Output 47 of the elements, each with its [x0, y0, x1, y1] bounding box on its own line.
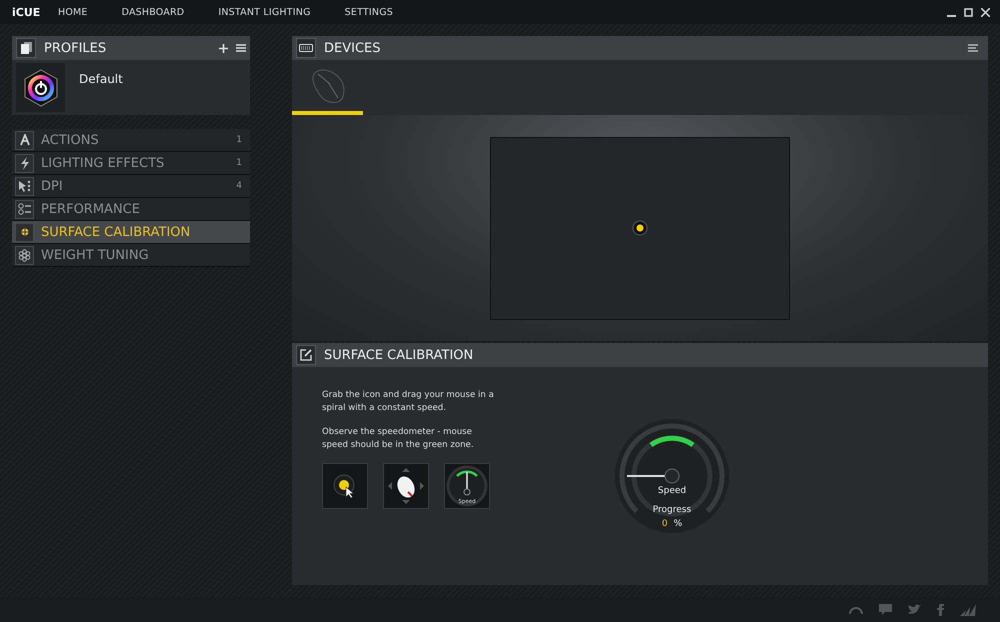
edit-icon: [300, 349, 312, 361]
item-label: DPI: [41, 178, 64, 194]
panel-title: SURFACE CALIBRATION: [324, 348, 474, 362]
close-icon[interactable]: [981, 8, 990, 16]
sidebar-item[interactable]: WEIGHT TUNING: [12, 244, 250, 267]
settings-list-icon: [18, 203, 32, 215]
item-count: 4: [236, 181, 242, 191]
list-icon[interactable]: [968, 44, 978, 52]
lightning-icon: [20, 156, 30, 170]
nav-link[interactable]: HOME: [58, 6, 88, 18]
panel-title: PROFILES: [44, 40, 108, 56]
flower-icon: [18, 248, 31, 262]
sidebar-item[interactable]: LIGHTING EFFECTS 1: [12, 152, 250, 175]
instruction-text: Observe the speedometer - mouse speed should be in the green zone.: [322, 426, 475, 452]
menu-icon[interactable]: [236, 44, 246, 52]
item-label: ACTIONS: [41, 132, 100, 148]
percent-sign: %: [674, 519, 682, 529]
keyboard-icon: [299, 44, 313, 52]
panel-title: DEVICES: [324, 40, 382, 56]
instruction-text: Grab the icon and drag your mouse in a spiral with a constant speed.: [322, 389, 495, 415]
plus-icon[interactable]: [219, 44, 228, 52]
progress-value: 0: [662, 519, 668, 529]
profile-name: Default: [79, 72, 123, 88]
item-label: WEIGHT TUNING: [41, 248, 150, 262]
power-hexagon-icon: [22, 68, 58, 106]
maximize-icon[interactable]: [964, 8, 973, 16]
nav-link[interactable]: INSTANT LIGHTING: [218, 6, 311, 18]
sidebar-item[interactable]: SURFACE CALIBRATION: [12, 221, 250, 244]
item-count: 1: [236, 158, 242, 168]
item-label: SURFACE CALIBRATION: [41, 224, 192, 240]
sidebar-item[interactable]: PERFORMANCE: [12, 198, 250, 221]
sidebar-item[interactable]: ACTIONS 1: [12, 129, 250, 152]
sidebar-item[interactable]: DPI 4: [12, 175, 250, 198]
progress-label: Progress: [652, 505, 692, 515]
letter-icon: [18, 134, 30, 146]
app-logo: iCUE: [12, 6, 42, 18]
nav-link[interactable]: SETTINGS: [344, 6, 394, 18]
item-label: LIGHTING EFFECTS: [41, 156, 166, 170]
profile-card[interactable]: Default: [12, 60, 250, 115]
copy-icon: [20, 42, 32, 54]
item-count: 1: [236, 135, 242, 145]
speed-label: Speed: [656, 486, 688, 496]
pointer-icon: [18, 180, 31, 192]
crosshair-icon: [20, 227, 30, 237]
target-dot-icon[interactable]: [632, 220, 648, 236]
item-label: PERFORMANCE: [41, 202, 141, 216]
nav-link[interactable]: DASHBOARD: [122, 6, 184, 18]
